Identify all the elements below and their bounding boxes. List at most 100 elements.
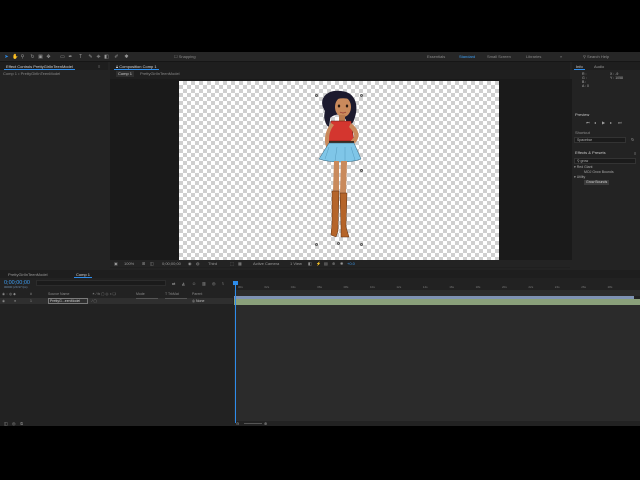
play-icon[interactable]: ▶ <box>602 120 605 125</box>
previous-frame-icon[interactable]: ◂ <box>594 120 596 125</box>
rotate-tool-icon[interactable]: ↻ <box>30 54 35 60</box>
tab-source-timeline[interactable]: PrettyGirlInTeenModel <box>6 271 50 278</box>
zoom-dropdown[interactable]: 100% <box>124 261 134 266</box>
timeline-search-field[interactable] <box>36 280 166 286</box>
safe-zones-icon[interactable]: ⊞ <box>142 261 145 266</box>
transform-handle[interactable] <box>315 243 318 246</box>
zoom-out-icon[interactable]: ⊖ <box>236 421 239 426</box>
effect-controls-panel: Effect Controls PrettyGirlInTeenModel ≡ … <box>0 62 108 268</box>
current-time-indicator[interactable] <box>235 281 236 423</box>
layer-switches-icon[interactable]: ⁄ ▢ <box>92 298 97 304</box>
hand-tool-icon[interactable]: ✋ <box>12 54 18 60</box>
expand-transfer-controls-icon[interactable]: ◎ <box>12 421 16 426</box>
tab-composition[interactable]: 🔒︎ Composition Comp 1 <box>114 63 159 70</box>
effect-controls-tabbar: Effect Controls PrettyGirlInTeenModel ≡ <box>0 62 108 70</box>
effects-menu-icon[interactable]: ≡ <box>634 151 636 156</box>
timeline-zoom-slider[interactable] <box>244 423 262 424</box>
motion-blur-icon[interactable]: ◎ <box>212 281 216 286</box>
transform-handle[interactable] <box>360 243 363 246</box>
puppet-tool-icon[interactable]: ✱ <box>124 54 129 60</box>
after-effects-window: ➤ ✋ ⚲ ↻ ▣ ✥ ▭ ✒ T ✎ ⎈ ◧ ✐ ✱ ☐ Snapping E… <box>0 52 640 426</box>
exposure-value[interactable]: +0.0 <box>347 261 355 266</box>
always-preview-icon[interactable]: ▣ <box>114 261 118 266</box>
tab-audio[interactable]: Audio <box>592 63 606 70</box>
shortcut-dropdown[interactable]: Spacebar <box>574 137 626 143</box>
effects-search-value: grow <box>580 159 589 163</box>
subtab-comp-1[interactable]: Comp 1 <box>116 71 135 77</box>
eraser-tool-icon[interactable]: ◧ <box>104 54 109 60</box>
shy-layers-icon[interactable]: ☺ <box>192 281 196 286</box>
tab-effect-controls[interactable]: Effect Controls PrettyGirlInTeenModel <box>4 63 75 70</box>
loop-icon[interactable]: ↻ <box>631 137 634 142</box>
camera-dropdown[interactable]: Active Camera <box>253 261 279 266</box>
column-mode[interactable]: Mode <box>136 292 145 297</box>
mode-dropdown[interactable] <box>136 298 158 299</box>
draft-3d-icon[interactable]: ◭ <box>182 281 185 286</box>
effects-search-field[interactable]: ⚲ grow <box>574 158 636 164</box>
show-channel-icon[interactable]: ◍ <box>196 261 200 266</box>
rectangle-tool-icon[interactable]: ▭ <box>60 54 65 60</box>
workspace-essentials[interactable]: Essentials <box>427 54 445 60</box>
first-frame-icon[interactable]: ⏮ <box>586 120 590 125</box>
transform-handle[interactable] <box>360 94 363 97</box>
selection-tool-icon[interactable]: ➤ <box>4 54 9 60</box>
graph-editor-icon[interactable]: ⌇ <box>222 281 224 286</box>
column-source-name[interactable]: Source Name <box>48 292 69 297</box>
frame-blending-icon[interactable]: ▥ <box>202 281 206 286</box>
trkmat-dropdown[interactable] <box>165 298 187 299</box>
composition-canvas[interactable] <box>179 81 499 296</box>
snapping-checkbox[interactable]: ☐ Snapping <box>174 54 196 60</box>
reset-exposure-icon[interactable]: ✺ <box>340 261 343 266</box>
transform-handle[interactable] <box>337 242 340 245</box>
brush-tool-icon[interactable]: ✎ <box>88 54 93 60</box>
eye-icon[interactable]: ◉ <box>2 298 5 304</box>
fast-previews-icon[interactable]: ⚡ <box>316 261 321 266</box>
camera-tool-icon[interactable]: ▣ <box>38 54 43 60</box>
tab-comp-1[interactable]: Comp 1 <box>74 271 93 278</box>
zoom-tool-icon[interactable]: ⚲ <box>20 54 25 60</box>
right-panels: Info Audio R : G : B : A : 0 X : -9 Y : … <box>572 62 640 268</box>
column-parent[interactable]: Parent <box>192 292 202 297</box>
transform-handle[interactable] <box>360 169 363 172</box>
layer-label-color[interactable]: ■ <box>14 298 16 304</box>
transform-handle[interactable] <box>315 94 318 97</box>
toggle-pixel-icon[interactable]: ◧ <box>308 261 312 266</box>
layer-name-field[interactable]: PrettyG...eenModel <box>48 298 88 304</box>
workspace-overflow-icon[interactable]: » <box>560 54 562 60</box>
timeline-track-area[interactable] <box>234 305 640 421</box>
clone-stamp-tool-icon[interactable]: ⎈ <box>96 54 101 60</box>
resolution-dropdown[interactable]: Third <box>208 261 217 266</box>
viewer-timecode[interactable]: 0;00;00;00 <box>162 261 181 266</box>
effects-tree-grow-bounds[interactable]: Grow Bounds <box>584 180 610 185</box>
snapshot-icon[interactable]: ◉ <box>188 261 192 266</box>
type-tool-icon[interactable]: T <box>78 54 83 60</box>
effects-tree-moj-grow-bounds[interactable]: MOJ Grow Bounds <box>584 170 614 175</box>
workspace-standard[interactable]: Standard <box>459 54 475 60</box>
table-row[interactable]: ◉ ■ 1 PrettyG...eenModel ⁄ ▢ ◎ None <box>0 298 233 304</box>
ruler-tick-label: 04s <box>290 285 296 289</box>
pen-tool-icon[interactable]: ✒ <box>68 54 73 60</box>
view-layout-dropdown[interactable]: 1 View <box>290 261 302 266</box>
flowchart-icon[interactable]: ⊕ <box>332 261 335 266</box>
search-help-field[interactable]: ⚲ Search Help <box>583 54 635 60</box>
zoom-in-icon[interactable]: ⊕ <box>264 421 267 426</box>
last-frame-icon[interactable]: ⏭ <box>618 120 622 125</box>
parent-dropdown[interactable]: ◎ None <box>192 298 204 304</box>
tab-info[interactable]: Info <box>574 63 585 70</box>
roto-brush-tool-icon[interactable]: ✐ <box>114 54 119 60</box>
pan-behind-tool-icon[interactable]: ✥ <box>46 54 51 60</box>
workspace-small-screen[interactable]: Small Screen <box>487 54 511 60</box>
subtab-source-layer[interactable]: PrettyGirlInTeenModel <box>140 71 180 77</box>
toolbar: ➤ ✋ ⚲ ↻ ▣ ✥ ▭ ✒ T ✎ ⎈ ◧ ✐ ✱ ☐ Snapping E… <box>0 52 640 62</box>
mask-toggle-icon[interactable]: ◫ <box>150 261 154 266</box>
panel-menu-icon[interactable]: ≡ <box>98 64 100 69</box>
column-trkmat[interactable]: T TrkMat <box>165 292 179 297</box>
composition-mini-flowchart-icon[interactable]: ⇄ <box>172 281 175 286</box>
expand-timing-icon[interactable]: ⏲ <box>20 421 23 426</box>
workspace-libraries[interactable]: Libraries <box>526 54 541 60</box>
timeline-icon[interactable]: ▤ <box>324 261 328 266</box>
transparency-grid-icon[interactable]: ▦ <box>238 261 242 266</box>
next-frame-icon[interactable]: ▸ <box>610 120 612 125</box>
region-of-interest-icon[interactable]: ⬚ <box>230 261 234 266</box>
expand-layer-switches-icon[interactable]: ◫ <box>4 421 8 426</box>
